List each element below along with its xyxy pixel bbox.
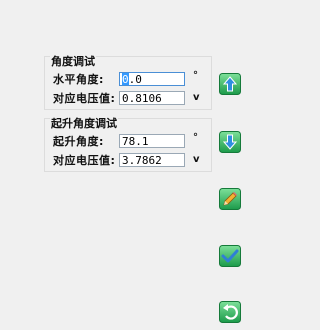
lift-angle-label: 起升角度: [53, 135, 104, 148]
checkmark-icon [219, 245, 241, 267]
pencil-icon [219, 188, 241, 210]
voltage-label-1: 对应电压值: [53, 92, 116, 105]
voltage-label-2: 对应电压值: [53, 154, 116, 167]
volt-unit-1: v [193, 92, 200, 103]
arrow-up-icon [219, 73, 241, 95]
horizontal-angle-input[interactable]: 0.0 [119, 72, 185, 86]
voltage-row-2: 对应电压值: 3.7862 [53, 152, 185, 168]
voltage-input-1[interactable]: 0.8106 [119, 91, 185, 105]
arrow-down-icon [219, 131, 241, 153]
horizontal-angle-value-rest: .0 [128, 73, 142, 86]
selected-char: 0 [122, 73, 129, 86]
degree-unit-2: ° [193, 132, 198, 143]
angle-debug-group: 角度调试 水平角度: 0.0 ° 对应电压值: 0.8106 v [44, 56, 212, 110]
volt-unit-2: v [193, 154, 200, 165]
confirm-button[interactable] [219, 245, 241, 267]
lift-angle-debug-group: 起升角度调试 起升角度: 78.1 ° 对应电压值: 3.7862 v [44, 118, 212, 172]
down-button[interactable] [219, 131, 241, 153]
voltage-row-1: 对应电压值: 0.8106 [53, 90, 185, 106]
edit-button[interactable] [219, 188, 241, 210]
undo-icon [219, 301, 241, 323]
voltage-input-2[interactable]: 3.7862 [119, 153, 185, 167]
angle-debug-title: 角度调试 [50, 55, 96, 68]
lift-angle-debug-title: 起升角度调试 [50, 117, 118, 130]
back-button[interactable] [219, 301, 241, 323]
up-button[interactable] [219, 73, 241, 95]
lift-angle-input[interactable]: 78.1 [119, 134, 185, 148]
degree-unit: ° [193, 70, 198, 81]
horizontal-angle-label: 水平角度: [53, 73, 104, 86]
horizontal-angle-row: 水平角度: 0.0 [53, 71, 185, 87]
lift-angle-row: 起升角度: 78.1 [53, 133, 185, 149]
